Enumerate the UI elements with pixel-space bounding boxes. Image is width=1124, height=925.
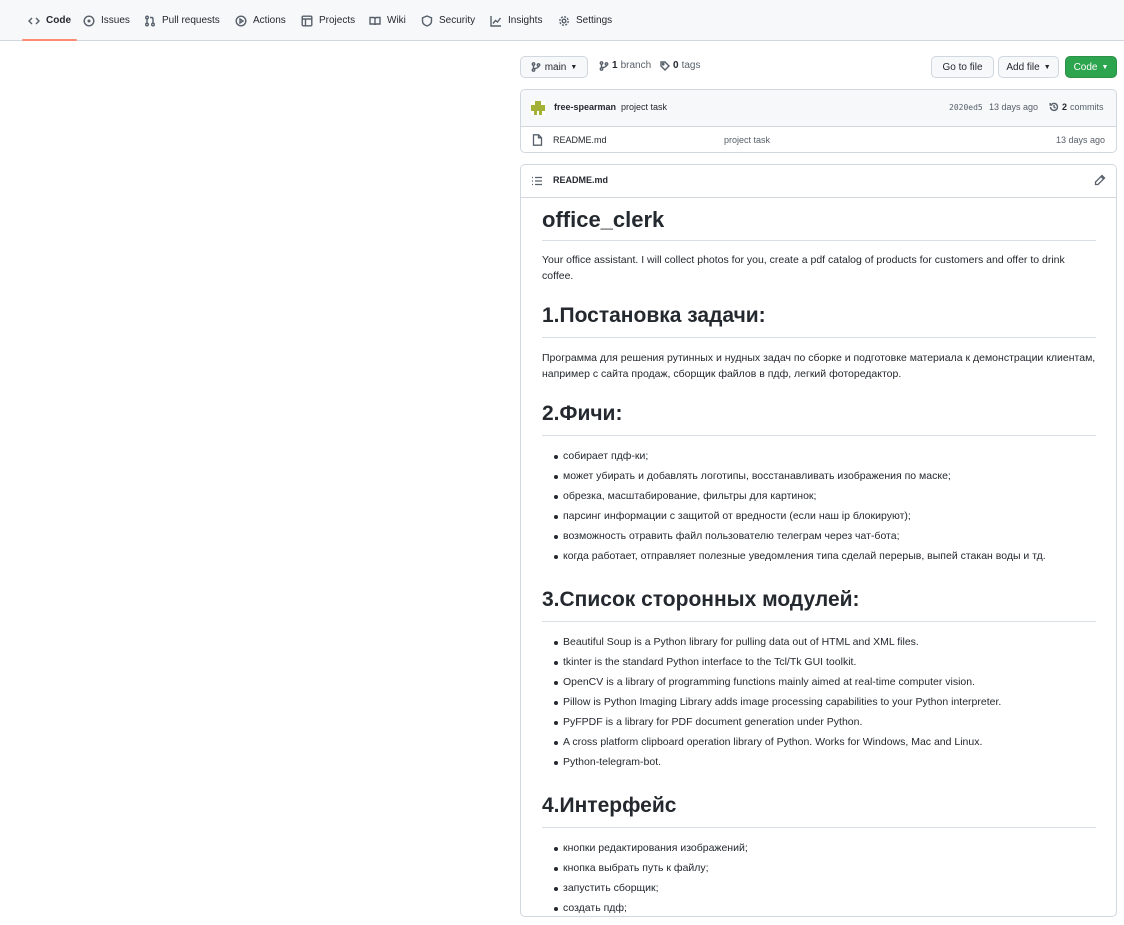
branch-word: branch xyxy=(620,60,652,71)
tag-count: 0 xyxy=(673,60,679,71)
list-item: может убирать и добавлять логотипы, восс… xyxy=(542,468,1096,488)
code-button[interactable]: Code ▼ xyxy=(1065,56,1117,78)
section-heading: 4.Интерфейс xyxy=(542,792,1096,828)
tag-word: tags xyxy=(681,60,701,71)
add-file-label: Add file xyxy=(1006,61,1040,73)
chevron-down-icon: ▼ xyxy=(1043,63,1051,71)
commit-count-word: commits xyxy=(1070,102,1104,112)
tab-actions[interactable]: Actions xyxy=(235,0,286,41)
tab-insights-label: Insights xyxy=(508,15,543,26)
chevron-down-icon: ▼ xyxy=(570,63,578,71)
code-button-label: Code xyxy=(1073,61,1098,73)
interface-list: кнопки редактирования изображений; кнопк… xyxy=(542,840,1096,916)
modules-list: Beautiful Soup is a Python library for p… xyxy=(542,634,1096,774)
list-item: обрезка, масштабирование, фильтры для ка… xyxy=(542,488,1096,508)
branches-link[interactable]: 1 branch xyxy=(599,60,651,71)
features-list: собирает пдф-ки; может убирать и добавля… xyxy=(542,448,1096,568)
tab-security[interactable]: Security xyxy=(421,0,475,41)
tab-settings-label: Settings xyxy=(576,15,613,26)
chevron-down-icon: ▼ xyxy=(1101,63,1109,71)
play-icon xyxy=(235,14,247,27)
tab-issues[interactable]: Issues xyxy=(83,0,130,41)
list-item: Pillow is Python Imaging Library adds im… xyxy=(542,694,1096,714)
section-heading: 2.Фичи: xyxy=(542,400,1096,436)
file-row[interactable]: README.md project task 13 days ago xyxy=(521,127,1116,152)
tab-insights[interactable]: Insights xyxy=(490,0,542,41)
commit-age: 13 days ago xyxy=(989,102,1039,112)
list-item: возможность отравить файл пользователю т… xyxy=(542,528,1096,548)
commit-count: 2 xyxy=(1062,102,1068,112)
issue-icon xyxy=(83,14,95,27)
file-age: 13 days ago xyxy=(1055,135,1105,145)
gear-icon xyxy=(559,15,569,26)
graph-icon xyxy=(490,15,502,27)
commits-link[interactable]: 2 commits xyxy=(1049,102,1104,112)
list-icon[interactable] xyxy=(531,175,543,187)
tag-icon xyxy=(660,60,670,71)
tab-pull-requests-label: Pull requests xyxy=(162,15,220,26)
branch-icon xyxy=(599,60,609,71)
code-icon xyxy=(28,17,40,24)
readme-filename: README.md xyxy=(553,175,609,185)
list-item: создать пдф; xyxy=(542,900,1096,916)
list-item: парсинг информации с защитой от вредност… xyxy=(542,508,1096,528)
file-browser: free-spearman project task 2020ed5 13 da… xyxy=(520,89,1117,153)
list-item: tkinter is the standard Python interface… xyxy=(542,654,1096,674)
branch-count: 1 xyxy=(612,60,618,71)
file-icon xyxy=(532,134,543,146)
tab-code[interactable]: Code xyxy=(22,0,77,41)
file-commit-message[interactable]: project task xyxy=(724,135,770,145)
pencil-icon[interactable] xyxy=(1094,174,1106,186)
tab-actions-label: Actions xyxy=(253,15,286,26)
tags-link[interactable]: 0 tags xyxy=(660,60,700,71)
section-heading: 1.Постановка задачи: xyxy=(542,302,1096,338)
list-item: Python-telegram-bot. xyxy=(542,754,1096,774)
branch-icon xyxy=(531,62,541,72)
branch-selector[interactable]: main ▼ xyxy=(520,56,588,78)
branch-label: main xyxy=(544,61,567,73)
tab-wiki[interactable]: Wiki xyxy=(369,0,406,41)
go-to-file-button[interactable]: Go to file xyxy=(931,56,994,78)
tab-pull-requests[interactable]: Pull requests xyxy=(144,0,220,41)
tab-settings[interactable]: Settings xyxy=(558,0,612,41)
list-item: PyFPDF is a library for PDF document gen… xyxy=(542,714,1096,734)
readme-intro: Your office assistant. I will collect ph… xyxy=(542,254,1065,282)
commit-message[interactable]: project task xyxy=(621,102,667,112)
list-item: Beautiful Soup is a Python library for p… xyxy=(542,634,1096,654)
readme-title: office_clerk xyxy=(542,206,1096,241)
file-name[interactable]: README.md xyxy=(553,135,607,145)
tab-security-label: Security xyxy=(439,15,476,26)
book-icon xyxy=(369,16,381,25)
commit-author[interactable]: free-spearman xyxy=(554,102,616,112)
shield-icon xyxy=(421,14,433,27)
repo-nav: Code Issues Pull requests Actions Projec… xyxy=(0,0,1124,41)
tab-projects[interactable]: Projects xyxy=(301,0,355,41)
section-text: Программа для решения рутинных и нудных … xyxy=(542,352,1096,380)
list-item: OpenCV is a library of programming funct… xyxy=(542,674,1096,694)
go-to-file-label: Go to file xyxy=(942,61,983,73)
list-item: запустить сборщик; xyxy=(542,880,1096,900)
section-heading: 3.Список сторонных модулей: xyxy=(542,586,1096,622)
tab-code-label: Code xyxy=(46,15,71,26)
tab-projects-label: Projects xyxy=(319,15,356,26)
list-item: собирает пдф-ки; xyxy=(542,448,1096,468)
pull-request-icon xyxy=(145,15,155,26)
tab-issues-label: Issues xyxy=(101,15,130,26)
latest-commit-bar: free-spearman project task 2020ed5 13 da… xyxy=(521,90,1116,127)
list-item: A cross platform clipboard operation lib… xyxy=(542,734,1096,754)
commit-hash[interactable]: 2020ed5 xyxy=(949,103,983,112)
table-icon xyxy=(301,15,313,27)
list-item: когда работает, отправляет полезные увед… xyxy=(542,548,1096,568)
readme-header: README.md xyxy=(521,165,1116,198)
list-item: кнопки редактирования изображений; xyxy=(542,840,1096,860)
readme-panel: README.md office_clerk Your office assis… xyxy=(520,164,1117,917)
readme-content: office_clerk Your office assistant. I wi… xyxy=(542,206,1096,916)
list-item: кнопка выбрать путь к файлу; xyxy=(542,860,1096,880)
tab-wiki-label: Wiki xyxy=(387,15,406,26)
add-file-button[interactable]: Add file ▼ xyxy=(998,56,1059,78)
avatar[interactable] xyxy=(531,101,545,115)
history-icon xyxy=(1049,102,1059,112)
